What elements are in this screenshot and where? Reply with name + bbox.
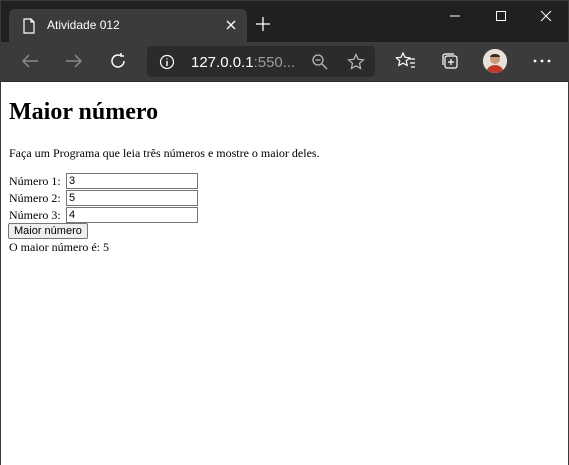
numero-1-label: Número 1: (9, 174, 61, 188)
numero-3-input[interactable] (66, 207, 198, 223)
result-text: O maior número é: 5 (9, 240, 109, 254)
browser-toolbar: 127.0.0.1:550... (1, 42, 568, 82)
minimize-button[interactable] (431, 1, 477, 31)
page-icon (21, 18, 37, 34)
close-window-button[interactable] (522, 1, 568, 31)
maximize-button[interactable] (477, 1, 523, 31)
address-rest: :550... (253, 54, 296, 71)
field-row-numero-1: Número 1: (9, 173, 198, 189)
field-row-numero-2: Número 2: (9, 190, 198, 206)
collections-icon[interactable] (439, 50, 461, 72)
more-options-icon[interactable] (531, 50, 553, 72)
numero-2-input[interactable] (66, 190, 198, 206)
numero-1-input[interactable] (66, 173, 198, 189)
field-row-numero-3: Número 3: (9, 207, 198, 223)
address-text: 127.0.0.1:550... (191, 54, 295, 71)
favorite-star-icon[interactable] (347, 53, 365, 76)
site-info-icon[interactable] (159, 54, 175, 75)
address-host: 127.0.0.1 (191, 54, 254, 71)
zoom-icon[interactable] (311, 53, 329, 76)
page-title: Maior número (9, 99, 159, 125)
forward-icon[interactable] (63, 50, 85, 72)
tab-title: Atividade 012 (47, 18, 120, 32)
tab-strip: Atividade 012 (1, 1, 568, 42)
tab-atividade[interactable]: Atividade 012 (9, 9, 247, 42)
page-content: Maior número Faça um Programa que leia t… (1, 82, 568, 465)
maior-numero-button[interactable]: Maior número (8, 223, 88, 239)
numero-3-label: Número 3: (9, 208, 61, 222)
browser-window: Atividade 012 127.0.0.1:550... Maior núm… (0, 0, 569, 465)
page-description: Faça um Programa que leia três números e… (9, 146, 320, 160)
back-icon[interactable] (19, 50, 41, 72)
profile-avatar[interactable] (483, 49, 507, 73)
new-tab-icon[interactable] (255, 16, 271, 32)
address-bar[interactable]: 127.0.0.1:550... (147, 46, 375, 77)
close-tab-icon[interactable] (223, 17, 239, 33)
numero-2-label: Número 2: (9, 191, 61, 205)
refresh-icon[interactable] (107, 50, 129, 72)
favorites-icon[interactable] (395, 50, 417, 72)
